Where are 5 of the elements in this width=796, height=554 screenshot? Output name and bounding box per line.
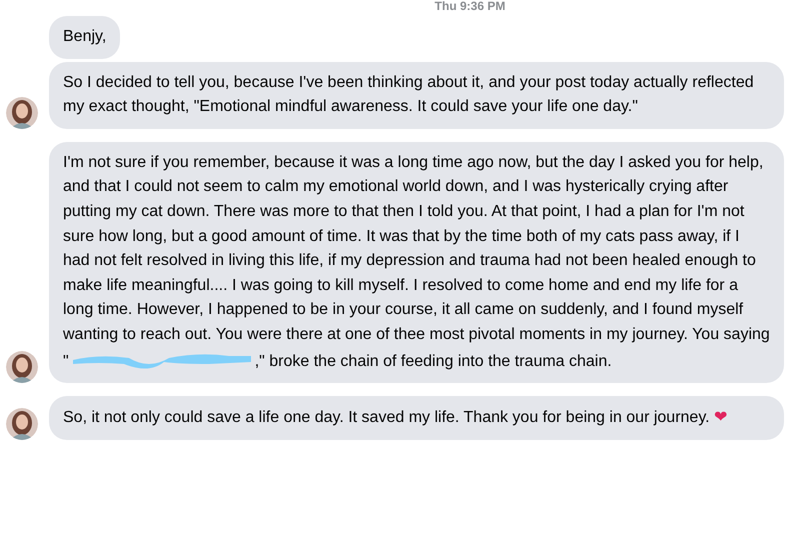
message-bubble: Benjy, — [49, 16, 120, 59]
message-bubble: So I decided to tell you, because I've been thinking about it, and your post today actually reflected my exact thought, "Emotional mindful awareness. It could save your life one day." — [49, 62, 784, 129]
timestamp: Thu 9:36 PM — [434, 0, 506, 13]
message-bubble: So, it not only could save a life one day. It saved my life. Thank you for being in our journey. ❤ — [49, 396, 784, 440]
message-bubble: I'm not sure if you remember, because it was a long time ago now, but the day I asked you for help, and that I could not seem to calm my emotional world down, and I was hysterically crying after putting my cat down. There was more to that then I told you. At that point, I had a plan for I'm not sure how long, but a good amount of time. It was that by the time both of my cats pass away, if I had not felt resolved in living this life, if my depression and trauma had not been healed enough to make life meaningful.... I was going to kill myself. I resolved to come home and end my life for a long time. However, I happened to be in your course, it all came on suddenly, and I found myself wanting to reach out. You were there at one of thee most pivotal moments in my journey. You saying " ," broke the chain of feeding into the trauma chain. — [49, 142, 784, 384]
